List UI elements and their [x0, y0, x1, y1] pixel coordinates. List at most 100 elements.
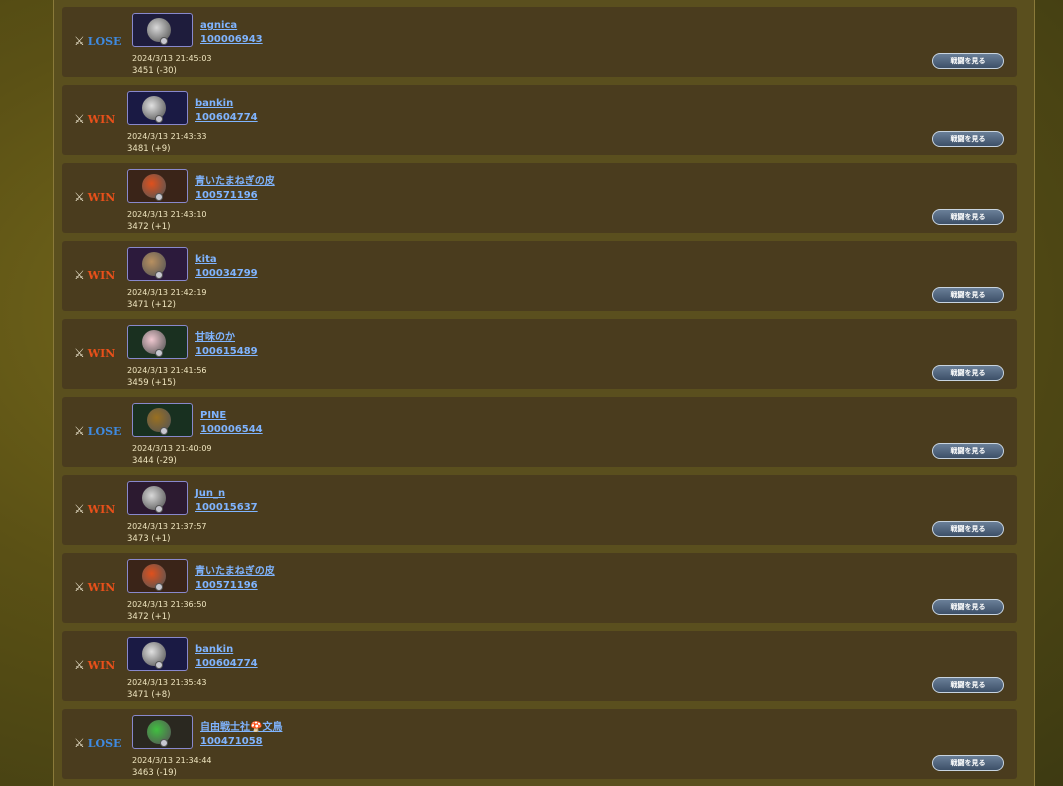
rank-badge-icon	[160, 739, 168, 747]
opponent-name-link[interactable]: PINE	[200, 409, 263, 423]
battle-meta: 2024/3/13 21:35:43 3471 (+8)	[127, 677, 207, 701]
rank-badge-icon	[155, 271, 163, 279]
crossed-swords-icon: ⚔	[74, 502, 85, 516]
crossed-swords-icon: ⚔	[74, 268, 85, 282]
result-label: WIN	[87, 502, 116, 516]
rating-change: 3473 (+1)	[127, 534, 171, 544]
opponent-id-link[interactable]: 100571196	[195, 189, 275, 203]
battle-datetime: 2024/3/13 21:35:43	[127, 678, 207, 687]
battle-meta: 2024/3/13 21:43:33 3481 (+9)	[127, 131, 207, 155]
rating-change: 3471 (+12)	[127, 300, 176, 310]
rating-change: 3463 (-19)	[132, 768, 177, 778]
rating-change: 3472 (+1)	[127, 612, 171, 622]
battle-row: ⚔ WIN bankin 100604774 2024/3/13 21:43:3…	[62, 85, 1017, 155]
opponent-avatar[interactable]	[127, 481, 188, 515]
crossed-swords-icon: ⚔	[74, 346, 85, 360]
battle-meta: 2024/3/13 21:34:44 3463 (-19)	[132, 755, 212, 779]
crossed-swords-icon: ⚔	[74, 424, 85, 438]
battle-meta: 2024/3/13 21:45:03 3451 (-30)	[132, 53, 212, 77]
battle-datetime: 2024/3/13 21:41:56	[127, 366, 207, 375]
opponent-name-link[interactable]: bankin	[195, 97, 258, 111]
opponent-name-link[interactable]: kita	[195, 253, 258, 267]
view-battle-button[interactable]: 戦闘を見る	[932, 131, 1004, 147]
battle-datetime: 2024/3/13 21:42:19	[127, 288, 207, 297]
result-label: WIN	[87, 580, 116, 594]
rating-change: 3444 (-29)	[132, 456, 177, 466]
result-label: WIN	[87, 190, 116, 204]
result-label: LOSE	[87, 736, 122, 750]
opponent-name-link[interactable]: 甘味のか	[195, 331, 258, 345]
battle-row: ⚔ WIN Jun_n 100015637 2024/3/13 21:37:57…	[62, 475, 1017, 545]
battle-result: ⚔ LOSE	[74, 736, 121, 750]
view-battle-button[interactable]: 戦闘を見る	[932, 287, 1004, 303]
opponent-name-link[interactable]: agnica	[200, 19, 263, 33]
battle-result: ⚔ WIN	[74, 502, 115, 516]
opponent-avatar[interactable]	[132, 403, 193, 437]
rank-badge-icon	[155, 661, 163, 669]
opponent-id-link[interactable]: 100006943	[200, 33, 263, 47]
rank-badge-icon	[155, 583, 163, 591]
result-label: WIN	[87, 112, 116, 126]
opponent-id-link[interactable]: 100471058	[200, 735, 282, 749]
battle-meta: 2024/3/13 21:41:56 3459 (+15)	[127, 365, 207, 389]
rank-badge-icon	[160, 37, 168, 45]
opponent-id-link[interactable]: 100015637	[195, 501, 258, 515]
rank-badge-icon	[160, 427, 168, 435]
opponent-id-link[interactable]: 100604774	[195, 657, 258, 671]
opponent-id-link[interactable]: 100604774	[195, 111, 258, 125]
battle-result: ⚔ WIN	[74, 658, 115, 672]
opponent-avatar[interactable]	[132, 13, 193, 47]
result-label: LOSE	[87, 424, 122, 438]
opponent-id-link[interactable]: 100571196	[195, 579, 275, 593]
opponent-info: Jun_n 100015637	[195, 487, 258, 515]
battle-meta: 2024/3/13 21:37:57 3473 (+1)	[127, 521, 207, 545]
view-battle-button[interactable]: 戦闘を見る	[932, 677, 1004, 693]
opponent-info: kita 100034799	[195, 253, 258, 281]
rank-badge-icon	[155, 115, 163, 123]
opponent-name-link[interactable]: 自由戦士社🍄文鳥	[200, 721, 282, 735]
view-battle-button[interactable]: 戦闘を見る	[932, 53, 1004, 69]
battle-datetime: 2024/3/13 21:36:50	[127, 600, 207, 609]
view-battle-button[interactable]: 戦闘を見る	[932, 521, 1004, 537]
opponent-id-link[interactable]: 100615489	[195, 345, 258, 359]
opponent-name-link[interactable]: 青いたまねぎの皮	[195, 565, 275, 579]
opponent-info: 甘味のか 100615489	[195, 331, 258, 359]
result-label: WIN	[87, 268, 116, 282]
rating-change: 3451 (-30)	[132, 66, 177, 76]
opponent-avatar[interactable]	[127, 169, 188, 203]
battle-result: ⚔ WIN	[74, 268, 115, 282]
battle-result: ⚔ WIN	[74, 112, 115, 126]
crossed-swords-icon: ⚔	[74, 190, 85, 204]
battle-result: ⚔ WIN	[74, 580, 115, 594]
rank-badge-icon	[155, 193, 163, 201]
opponent-avatar[interactable]	[127, 247, 188, 281]
opponent-name-link[interactable]: Jun_n	[195, 487, 258, 501]
opponent-avatar[interactable]	[127, 91, 188, 125]
opponent-info: bankin 100604774	[195, 643, 258, 671]
battle-result: ⚔ WIN	[74, 190, 115, 204]
opponent-avatar[interactable]	[127, 325, 188, 359]
opponent-id-link[interactable]: 100006544	[200, 423, 263, 437]
battle-datetime: 2024/3/13 21:40:09	[132, 444, 212, 453]
rating-change: 3481 (+9)	[127, 144, 171, 154]
battle-meta: 2024/3/13 21:42:19 3471 (+12)	[127, 287, 207, 311]
battle-result: ⚔ LOSE	[74, 424, 121, 438]
battle-result: ⚔ LOSE	[74, 34, 121, 48]
battle-row: ⚔ WIN 甘味のか 100615489 2024/3/13 21:41:56 …	[62, 319, 1017, 389]
view-battle-button[interactable]: 戦闘を見る	[932, 209, 1004, 225]
opponent-name-link[interactable]: 青いたまねぎの皮	[195, 175, 275, 189]
view-battle-button[interactable]: 戦闘を見る	[932, 599, 1004, 615]
view-battle-button[interactable]: 戦闘を見る	[932, 755, 1004, 771]
opponent-id-link[interactable]: 100034799	[195, 267, 258, 281]
opponent-avatar[interactable]	[127, 559, 188, 593]
battle-meta: 2024/3/13 21:36:50 3472 (+1)	[127, 599, 207, 623]
opponent-avatar[interactable]	[132, 715, 193, 749]
opponent-info: PINE 100006544	[200, 409, 263, 437]
battle-row: ⚔ LOSE agnica 100006943 2024/3/13 21:45:…	[62, 7, 1017, 77]
view-battle-button[interactable]: 戦闘を見る	[932, 365, 1004, 381]
battle-meta: 2024/3/13 21:40:09 3444 (-29)	[132, 443, 212, 467]
opponent-name-link[interactable]: bankin	[195, 643, 258, 657]
battle-meta: 2024/3/13 21:43:10 3472 (+1)	[127, 209, 207, 233]
view-battle-button[interactable]: 戦闘を見る	[932, 443, 1004, 459]
opponent-avatar[interactable]	[127, 637, 188, 671]
